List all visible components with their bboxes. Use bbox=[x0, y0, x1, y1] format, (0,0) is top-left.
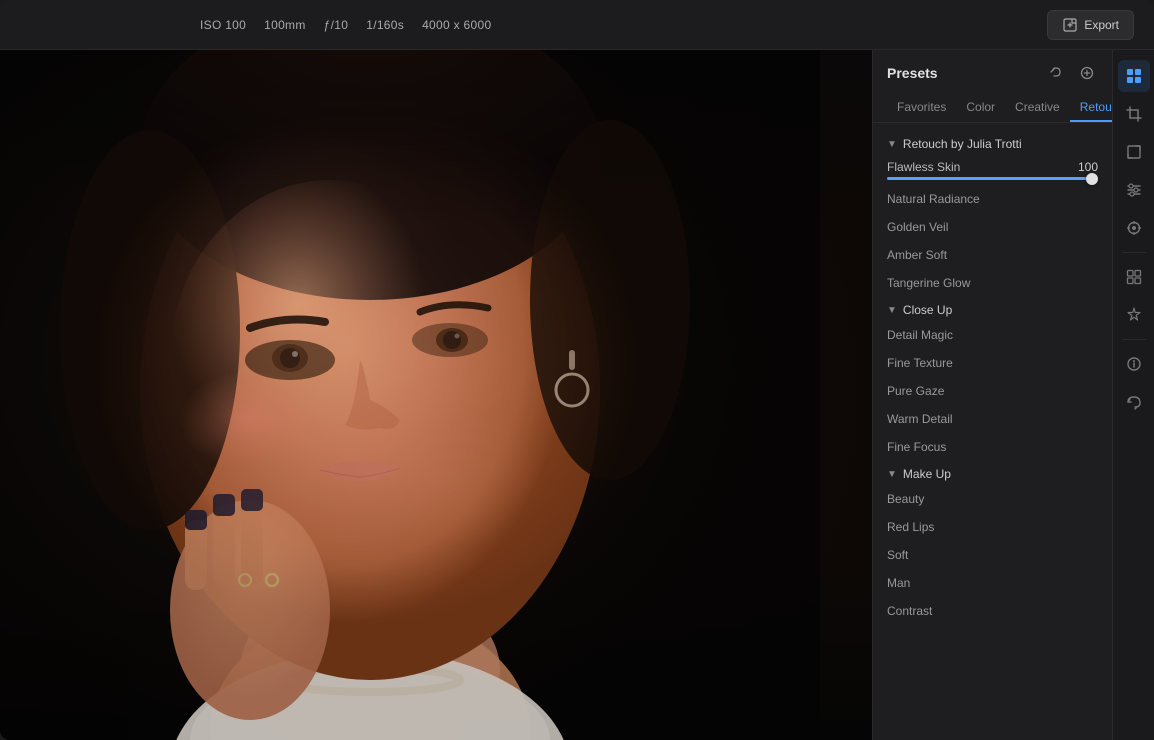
info-toolbar-icon[interactable] bbox=[1118, 348, 1150, 380]
shutter-speed: 1/160s bbox=[366, 18, 404, 32]
preset-soft[interactable]: Soft bbox=[873, 541, 1112, 569]
preset-slider-flawless[interactable] bbox=[887, 177, 1098, 180]
group-title-makeup: Make Up bbox=[903, 467, 951, 481]
main-content: Presets bbox=[0, 50, 1154, 740]
panel-title-icons bbox=[1046, 62, 1098, 84]
preset-name: Fine Texture bbox=[887, 356, 953, 370]
preset-flawless-skin[interactable]: Flawless Skin 100 bbox=[873, 155, 1112, 185]
star-toolbar-icon[interactable] bbox=[1118, 299, 1150, 331]
tab-creative[interactable]: Creative bbox=[1005, 94, 1070, 122]
info-icon-svg bbox=[1126, 356, 1142, 372]
grid-toolbar-icon[interactable] bbox=[1118, 261, 1150, 293]
slider-thumb[interactable] bbox=[1086, 173, 1098, 185]
focal-length: 100mm bbox=[264, 18, 306, 32]
preset-name: Red Lips bbox=[887, 520, 934, 534]
preset-warm-detail[interactable]: Warm Detail bbox=[873, 405, 1112, 433]
retouch-toolbar-icon[interactable] bbox=[1118, 212, 1150, 244]
preset-golden-veil[interactable]: Golden Veil bbox=[873, 213, 1112, 241]
preset-contrast[interactable]: Contrast bbox=[873, 597, 1112, 625]
preset-name: Detail Magic bbox=[887, 328, 953, 342]
presets-toolbar-icon[interactable] bbox=[1118, 60, 1150, 92]
undo-preset-btn[interactable] bbox=[1046, 62, 1068, 84]
preset-name: Tangerine Glow bbox=[887, 276, 970, 290]
preset-name: Natural Radiance bbox=[887, 192, 980, 206]
group-header-julia[interactable]: ▼ Retouch by Julia Trotti bbox=[873, 131, 1112, 155]
export-label: Export bbox=[1084, 18, 1119, 32]
group-arrow-closeup: ▼ bbox=[887, 305, 897, 316]
photo-canvas bbox=[0, 50, 872, 740]
presets-list[interactable]: ▼ Retouch by Julia Trotti Flawless Skin … bbox=[873, 123, 1112, 740]
preset-value-flawless: 100 bbox=[1078, 160, 1098, 174]
top-bar: ISO 100 100mm ƒ/10 1/160s 4000 x 6000 Ex… bbox=[0, 0, 1154, 50]
tab-color[interactable]: Color bbox=[956, 94, 1005, 122]
back-toolbar-icon[interactable] bbox=[1118, 386, 1150, 418]
preset-amber-soft[interactable]: Amber Soft bbox=[873, 241, 1112, 269]
preset-name: Warm Detail bbox=[887, 412, 953, 426]
panel-title: Presets bbox=[887, 65, 938, 81]
preset-tangerine-glow[interactable]: Tangerine Glow bbox=[873, 269, 1112, 297]
group-header-closeup[interactable]: ▼ Close Up bbox=[873, 297, 1112, 321]
preset-name: Amber Soft bbox=[887, 248, 947, 262]
app-window: ISO 100 100mm ƒ/10 1/160s 4000 x 6000 Ex… bbox=[0, 0, 1154, 740]
preset-red-lips[interactable]: Red Lips bbox=[873, 513, 1112, 541]
presets-panel: Presets bbox=[872, 50, 1112, 740]
tabs-row: Favorites Color Creative Retouch Externa… bbox=[887, 94, 1098, 122]
add-preset-btn[interactable] bbox=[1076, 62, 1098, 84]
tab-favorites[interactable]: Favorites bbox=[887, 94, 956, 122]
preset-man[interactable]: Man bbox=[873, 569, 1112, 597]
add-icon bbox=[1080, 66, 1094, 80]
portrait-svg bbox=[0, 50, 820, 740]
preset-detail-magic[interactable]: Detail Magic bbox=[873, 321, 1112, 349]
preset-natural-radiance[interactable]: Natural Radiance bbox=[873, 185, 1112, 213]
photo-area[interactable] bbox=[0, 50, 872, 740]
preset-name: Soft bbox=[887, 548, 908, 562]
undo-icon bbox=[1050, 66, 1064, 80]
presets-icon-svg bbox=[1125, 67, 1143, 85]
preset-name: Golden Veil bbox=[887, 220, 948, 234]
preset-pure-gaze[interactable]: Pure Gaze bbox=[873, 377, 1112, 405]
adjust-toolbar-icon[interactable] bbox=[1118, 174, 1150, 206]
transform-icon-svg bbox=[1126, 144, 1142, 160]
aperture-value: ƒ/10 bbox=[324, 18, 349, 32]
group-arrow-makeup: ▼ bbox=[887, 469, 897, 480]
preset-name: Pure Gaze bbox=[887, 384, 944, 398]
adjust-icon-svg bbox=[1126, 182, 1142, 198]
preset-name: Beauty bbox=[887, 492, 924, 506]
group-arrow-julia: ▼ bbox=[887, 139, 897, 150]
preset-beauty[interactable]: Beauty bbox=[873, 485, 1112, 513]
preset-name: Fine Focus bbox=[887, 440, 946, 454]
crop-toolbar-icon[interactable] bbox=[1118, 98, 1150, 130]
panel-header: Presets bbox=[873, 50, 1112, 123]
toolbar-divider bbox=[1122, 252, 1146, 253]
transform-toolbar-icon[interactable] bbox=[1118, 136, 1150, 168]
panel-title-row: Presets bbox=[887, 62, 1098, 84]
retouch-icon-svg bbox=[1126, 220, 1142, 236]
grid-icon-svg bbox=[1126, 269, 1142, 285]
preset-name-flawless[interactable]: Flawless Skin bbox=[887, 160, 960, 174]
preset-fine-texture[interactable]: Fine Texture bbox=[873, 349, 1112, 377]
toolbar-divider-2 bbox=[1122, 339, 1146, 340]
resolution: 4000 x 6000 bbox=[422, 18, 491, 32]
star-icon-svg bbox=[1126, 307, 1142, 323]
iso-value: ISO 100 bbox=[200, 18, 246, 32]
group-title-julia: Retouch by Julia Trotti bbox=[903, 137, 1022, 151]
icon-toolbar bbox=[1112, 50, 1154, 740]
back-icon-svg bbox=[1126, 394, 1142, 410]
preset-fine-focus[interactable]: Fine Focus bbox=[873, 433, 1112, 461]
group-header-makeup[interactable]: ▼ Make Up bbox=[873, 461, 1112, 485]
preset-name: Contrast bbox=[887, 604, 932, 618]
crop-icon-svg bbox=[1126, 106, 1142, 122]
export-button[interactable]: Export bbox=[1047, 10, 1134, 40]
preset-name: Man bbox=[887, 576, 910, 590]
slider-fill bbox=[887, 177, 1098, 180]
photo-metadata: ISO 100 100mm ƒ/10 1/160s 4000 x 6000 bbox=[200, 18, 491, 32]
group-title-closeup: Close Up bbox=[903, 303, 952, 317]
export-icon bbox=[1062, 17, 1078, 33]
